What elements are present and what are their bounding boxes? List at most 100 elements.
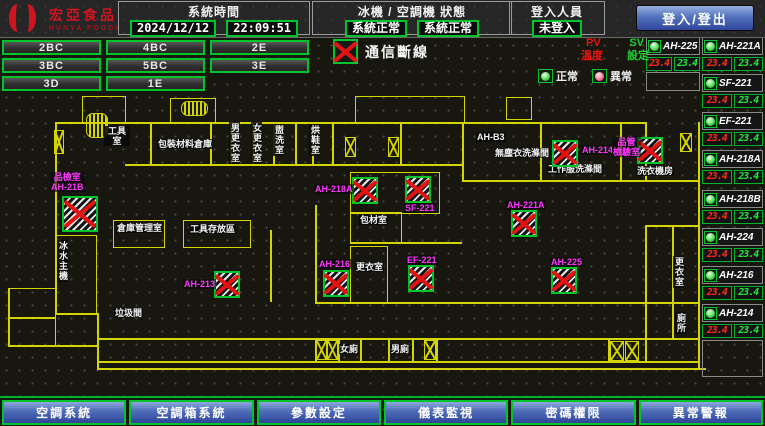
led-glyph — [706, 42, 715, 51]
offline-unit-icon-ah-221a[interactable] — [511, 210, 537, 237]
room-outline — [8, 288, 56, 318]
wall-segment — [332, 122, 334, 164]
led-glyph — [706, 117, 715, 126]
unit-panel-ah-221a[interactable]: AH-221A23.423.4 — [702, 37, 763, 71]
nav-button-parameter-settings[interactable]: 參數設定 — [257, 400, 381, 425]
offline-unit-icon-ah-218a[interactable] — [352, 177, 378, 204]
wall-segment — [270, 230, 272, 302]
floor-button-5bc[interactable]: 5BC — [106, 58, 205, 73]
system-time-group: 系統時間 2024/12/12 22:09:51 — [118, 1, 310, 35]
room-outline — [350, 246, 388, 304]
floor-button-2e[interactable]: 2E — [210, 40, 309, 55]
nav-button-abnormal-alarm[interactable]: 異常警報 — [639, 400, 763, 425]
offline-unit-label-sf-221: SF-221 — [404, 203, 436, 213]
sv-value: 23.4 — [734, 170, 764, 184]
pv-value: 23.4 — [702, 248, 732, 262]
sv-sub-label: 設定 — [627, 50, 649, 63]
wall-segment — [462, 122, 464, 180]
offline-unit-label-ah-213: AH-213 — [183, 279, 216, 289]
room-label: 男更衣室 — [229, 122, 240, 164]
nav-button-meter-monitoring[interactable]: 儀表監視 — [384, 400, 508, 425]
offline-unit-icon-ah-214[interactable] — [552, 140, 578, 167]
door-icon — [680, 133, 692, 152]
unit-name-label: AH-221A — [719, 41, 761, 52]
offline-unit-label-ah-221a: AH-221A — [506, 200, 546, 210]
wall-segment — [315, 205, 317, 302]
sv-value: 23.4 — [734, 286, 764, 300]
unit-name-label: AH-224 — [719, 232, 753, 243]
offline-unit-icon-ah-216[interactable] — [323, 270, 349, 297]
unit-name-label: EF-221 — [719, 116, 752, 127]
unit-panel-ah-216[interactable]: AH-216 23.423.4 — [702, 266, 763, 300]
room-label: 廁所 — [675, 312, 686, 334]
led-glyph — [706, 79, 715, 88]
offline-unit-icon-ef-221[interactable] — [408, 265, 434, 292]
sv-value: 23.4 — [674, 57, 700, 71]
unit-panel-ef-221[interactable]: EF-22123.423.4 — [702, 112, 763, 146]
floor-button-2bc[interactable]: 2BC — [2, 40, 101, 55]
offline-unit-icon-ah-213[interactable] — [214, 271, 240, 298]
room-label: 女廁 — [339, 344, 359, 354]
room-label: 洗衣機房 — [636, 166, 674, 176]
unit-name-row: AH-214 — [702, 304, 763, 322]
status-led-icon — [704, 153, 717, 166]
unit-values-row: 23.423.4 — [702, 286, 763, 300]
unit-panel-ah-224[interactable]: AH-224 23.423.4 — [702, 228, 763, 262]
floor-button-3bc[interactable]: 3BC — [2, 58, 101, 73]
offline-unit-icon-sf-221[interactable] — [405, 176, 431, 203]
nav-button-ahu-box-system[interactable]: 空調箱系統 — [129, 400, 253, 425]
status-led-icon — [704, 115, 717, 128]
offline-unit-icon-ah-225[interactable] — [551, 267, 577, 294]
sv-value: 23.4 — [734, 324, 764, 338]
hunya-logo-icon — [8, 3, 42, 33]
offline-unit-icon-ah-21b[interactable] — [62, 196, 98, 232]
unit-name-row: EF-221 — [702, 112, 763, 130]
offline-unit-label-ah-21b: 品檢室 AH-21B — [50, 172, 85, 192]
unit-panel-ah-218b[interactable]: AH-218B23.423.4 — [702, 190, 763, 224]
floor-button-1e[interactable]: 1E — [106, 76, 205, 91]
wall-segment — [360, 338, 362, 361]
offline-unit-label-qc-room: 品管 檢驗室 — [612, 137, 641, 157]
login-logout-button[interactable]: 登入/登出 — [636, 5, 754, 31]
unit-name-row: AH-218A — [702, 150, 763, 168]
sv-value: 23.4 — [734, 57, 764, 71]
pv-sub-label: 溫度 — [581, 50, 603, 63]
brand-name: 宏亞食品 — [49, 5, 122, 25]
wall-segment — [462, 180, 698, 182]
unit-panel-ah-225[interactable]: AH-22523.423.4 — [646, 37, 700, 71]
status-led-icon — [704, 307, 717, 320]
wall-segment — [295, 122, 297, 164]
room-label: 無塵衣洗滌間 — [494, 148, 550, 158]
wall-segment — [125, 164, 462, 166]
sv-value: 23.4 — [734, 248, 764, 262]
unit-name-label: SF-221 — [719, 78, 752, 89]
floor-button-4bc[interactable]: 4BC — [106, 40, 205, 55]
unit-panel-ah-214[interactable]: AH-214 23.423.4 — [702, 304, 763, 338]
floor-button-3d[interactable]: 3D — [2, 76, 101, 91]
system-date-value: 2024/12/12 — [130, 20, 216, 37]
wall-segment — [436, 338, 438, 361]
nav-button-password-permission[interactable]: 密碼權限 — [511, 400, 635, 425]
floor-button-3e[interactable]: 3E — [210, 58, 309, 73]
wall-segment — [97, 313, 99, 368]
sv-value: 23.4 — [734, 210, 764, 224]
nav-button-ac-system[interactable]: 空調系統 — [2, 400, 126, 425]
comm-loss-label: 通信斷線 — [365, 42, 429, 62]
room-label: 更衣室 — [355, 262, 384, 272]
room-label: 冰水主機 — [57, 240, 68, 282]
unit-name-row: SF-221 — [702, 74, 763, 92]
pv-value: 23.4 — [702, 170, 732, 184]
status-led-icon — [704, 40, 717, 53]
pv-value: 23.4 — [702, 324, 732, 338]
unit-name-label: AH-216 — [719, 270, 753, 281]
ahu-status-value: 系統正常 — [417, 20, 479, 37]
door-icon — [54, 130, 64, 154]
unit-name-row: AH-224 — [702, 228, 763, 246]
unit-panel-sf-221[interactable]: SF-22123.423.4 — [702, 74, 763, 108]
unit-name-label: AH-218A — [719, 154, 761, 165]
unit-panel-ah-218a[interactable]: AH-218A 23.423.4 — [702, 150, 763, 184]
machine-status-group: 冰機 / 空調機 狀態 系統正常 系統正常 — [312, 1, 512, 35]
status-legend: 正常 異常 — [538, 68, 632, 84]
chiller-status-value: 系統正常 — [345, 20, 407, 37]
offline-unit-label-ah-214: AH-214 — [581, 145, 614, 155]
